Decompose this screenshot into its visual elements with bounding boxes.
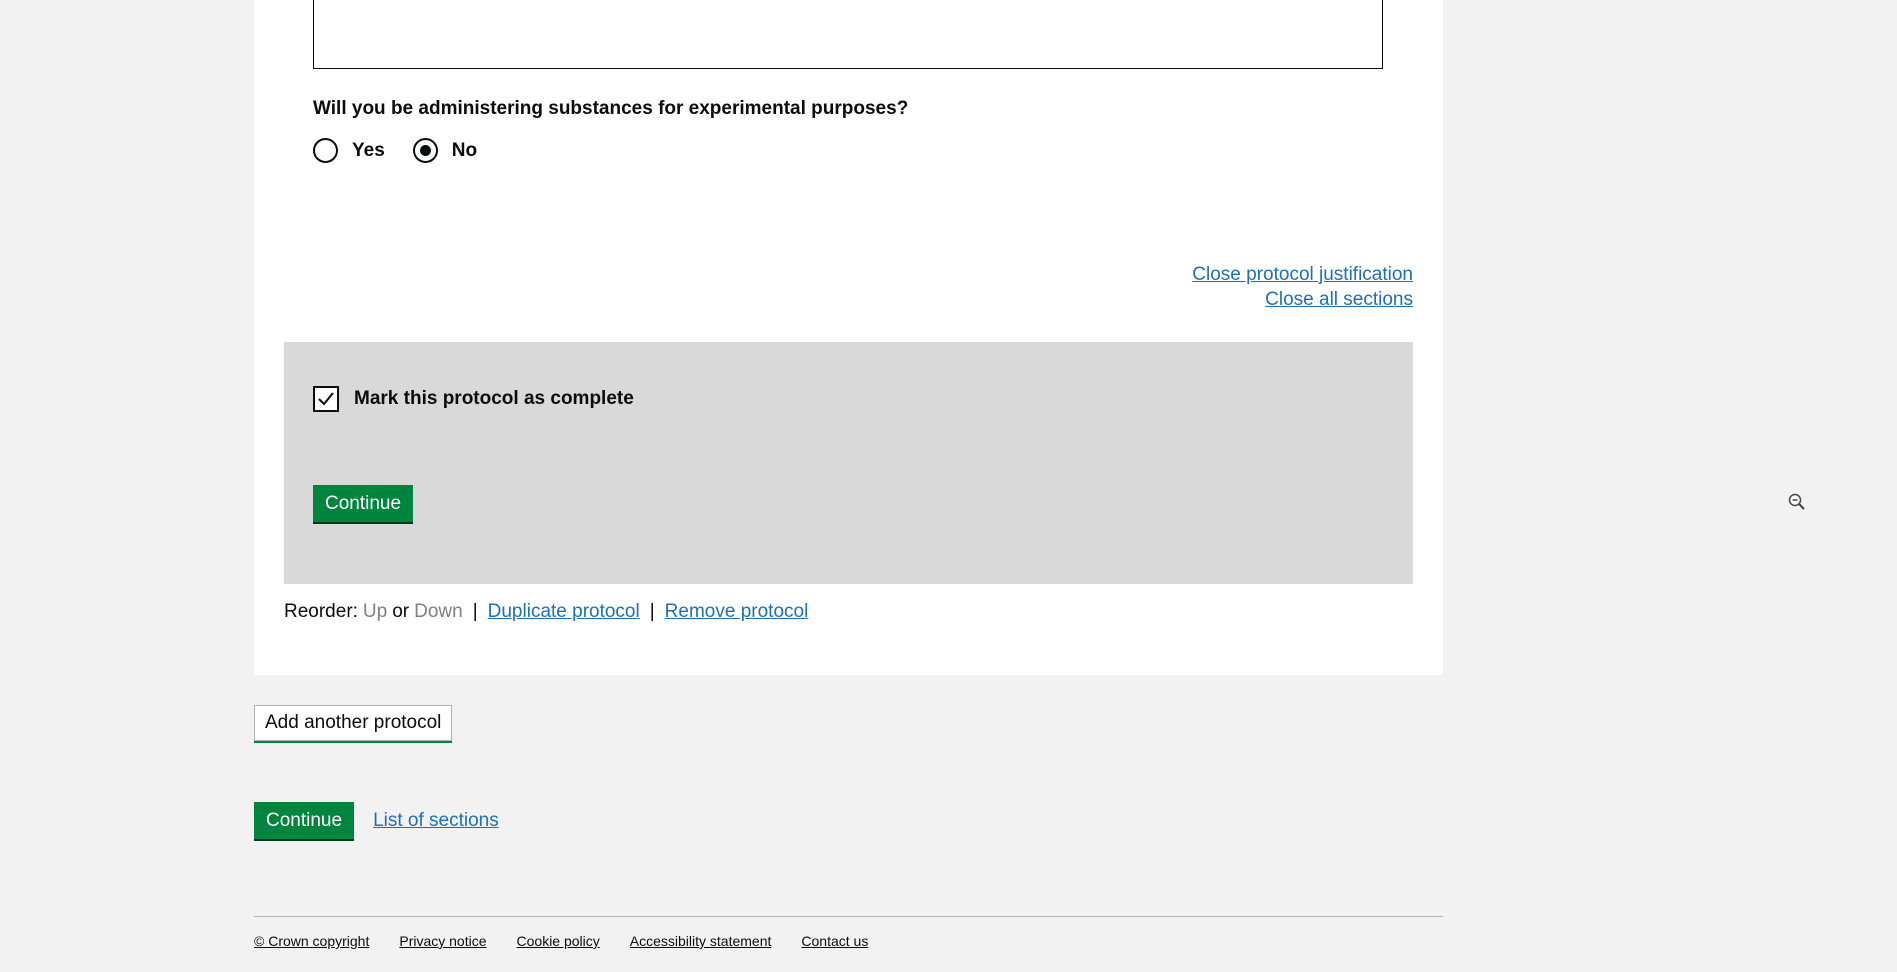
footer-link-privacy[interactable]: Privacy notice (399, 933, 486, 949)
radio-yes-circle[interactable] (313, 138, 338, 163)
bottom-actions: Continue List of sections (254, 802, 499, 839)
remove-protocol-link[interactable]: Remove protocol (665, 601, 809, 623)
protocol-continue-button[interactable]: Continue (313, 485, 414, 522)
separator: | (472, 601, 478, 622)
separator: | (649, 601, 655, 622)
zoom-out-icon[interactable] (1788, 493, 1806, 511)
list-of-sections-link[interactable]: List of sections (373, 810, 499, 832)
footer-divider (254, 916, 1443, 917)
add-another-protocol-button[interactable]: Add another protocol (254, 705, 453, 741)
reorder-controls: Reorder: Up or Down | Duplicate protocol… (284, 601, 808, 623)
substances-question: Will you be administering substances for… (313, 98, 909, 119)
footer-link-cookies[interactable]: Cookie policy (517, 933, 600, 949)
footer: © Crown copyright Privacy notice Cookie … (0, 885, 1897, 972)
radio-no[interactable]: No (412, 138, 478, 163)
mark-complete-row[interactable]: Mark this protocol as complete (313, 386, 634, 412)
reorder-up: Up (362, 601, 388, 622)
radio-no-circle[interactable] (412, 138, 438, 163)
reorder-down: Down (414, 601, 463, 622)
close-all-sections-link[interactable]: Close all sections (1265, 289, 1413, 310)
radio-no-label: No (451, 139, 478, 161)
complete-panel: Mark this protocol as complete Continue (284, 342, 1413, 584)
check-icon (318, 392, 334, 406)
section-links: Close protocol justification Close all s… (1192, 262, 1413, 312)
reorder-or: or (392, 601, 410, 622)
radio-yes-label: Yes (352, 139, 385, 161)
footer-links: © Crown copyright Privacy notice Cookie … (254, 933, 898, 949)
footer-link-accessibility[interactable]: Accessibility statement (630, 933, 772, 949)
protocol-panel: Will you be administering substances for… (254, 0, 1443, 675)
continue-button[interactable]: Continue (254, 802, 355, 839)
substances-radio-group: Yes No (313, 138, 505, 163)
justification-textarea[interactable] (313, 0, 1383, 69)
footer-link-copyright[interactable]: © Crown copyright (254, 933, 369, 949)
mark-complete-label: Mark this protocol as complete (354, 388, 634, 409)
close-protocol-justification-link[interactable]: Close protocol justification (1192, 264, 1413, 285)
footer-link-contact[interactable]: Contact us (801, 933, 868, 949)
duplicate-protocol-link[interactable]: Duplicate protocol (488, 601, 640, 623)
reorder-prefix: Reorder: (284, 601, 358, 622)
radio-yes[interactable]: Yes (313, 138, 385, 163)
mark-complete-checkbox[interactable] (313, 386, 339, 412)
